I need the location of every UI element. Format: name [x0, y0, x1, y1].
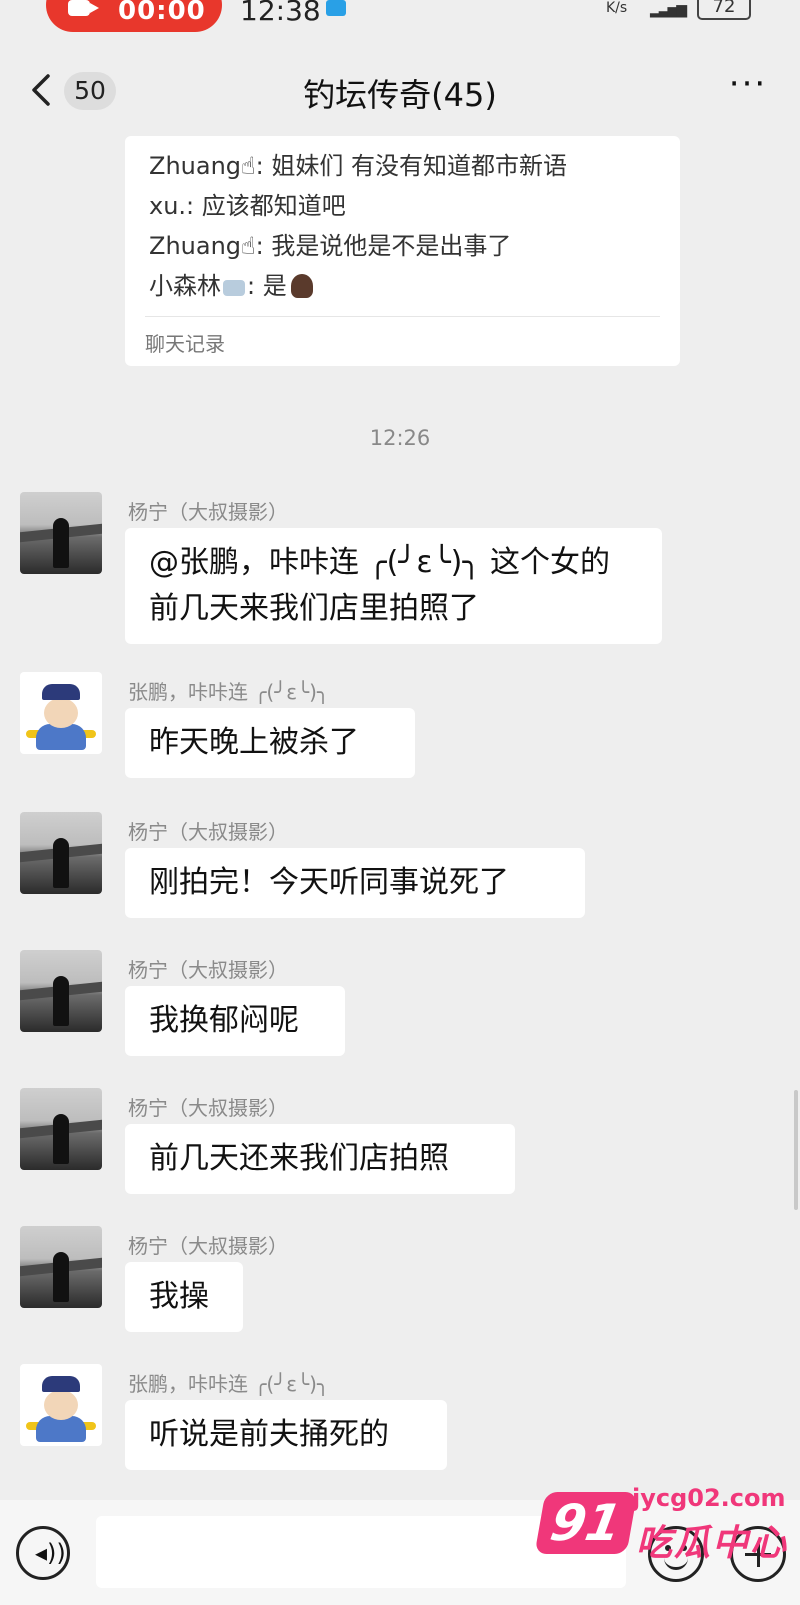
- sender-name: 张鹏，咔咔连 ╭(╯ε╰)╮: [128, 680, 329, 704]
- avatar[interactable]: [20, 1226, 102, 1308]
- forwarded-chat-record-card[interactable]: Zhuang☝: 姐妹们 有没有知道都市新语 xu.: 应该都知道吧 Zhuan…: [125, 136, 680, 366]
- sender-name: 杨宁（大叔摄影）: [128, 500, 288, 524]
- message-bubble[interactable]: 前几天还来我们店拍照: [125, 1124, 515, 1194]
- sender-name: 杨宁（大叔摄影）: [128, 1234, 288, 1258]
- message-bubble[interactable]: 我操: [125, 1262, 243, 1332]
- avatar[interactable]: [20, 812, 102, 894]
- hand-emoji-icon: ☝: [241, 232, 256, 260]
- message-timestamp: 12:26: [369, 426, 431, 450]
- sender-name: 杨宁（大叔摄影）: [128, 958, 288, 982]
- status-clock: 12:38: [240, 0, 321, 27]
- chat-record-label: 聊天记录: [145, 332, 225, 356]
- divider: [145, 316, 660, 317]
- message-bubble[interactable]: 昨天晚上被杀了: [125, 708, 415, 778]
- network-speed-unit: K/s: [606, 0, 628, 16]
- girl-emoji-icon: [290, 274, 313, 298]
- sender-name: 杨宁（大叔摄影）: [128, 1096, 288, 1120]
- recording-time: 00:00: [118, 0, 206, 26]
- sender-name: 张鹏，咔咔连 ╭(╯ε╰)╮: [128, 1372, 329, 1396]
- avatar[interactable]: [20, 672, 102, 754]
- message-bubble[interactable]: 刚拍完！今天听同事说死了: [125, 848, 585, 918]
- avatar[interactable]: [20, 950, 102, 1032]
- message-bubble[interactable]: 听说是前夫捅死的: [125, 1400, 447, 1470]
- avatar[interactable]: [20, 1088, 102, 1170]
- screen-recording-pill[interactable]: 00:00: [46, 0, 222, 32]
- signal-icon: ▂▃▅▆: [650, 2, 687, 18]
- sender-name: 杨宁（大叔摄影）: [128, 820, 288, 844]
- watermark: 91 jycg02.com 吃瓜中心: [534, 1478, 800, 1578]
- battery-indicator: 72: [697, 0, 751, 20]
- badge-icon: [223, 280, 245, 296]
- more-options-button[interactable]: ···: [728, 67, 768, 104]
- camera-icon: [68, 0, 99, 16]
- forwarded-line: Zhuang☝: 我是说他是不是出事了: [149, 232, 512, 260]
- avatar[interactable]: [20, 1364, 102, 1446]
- hand-emoji-icon: ☝: [241, 152, 256, 180]
- notification-icon: [326, 0, 346, 16]
- watermark-logo: 91: [534, 1492, 638, 1554]
- chat-header: 50 钓坛传奇(45) ···: [0, 56, 800, 126]
- forwarded-line: 小森林: 是: [149, 266, 313, 301]
- watermark-name: 吃瓜中心: [636, 1523, 789, 1564]
- message-bubble[interactable]: 我换郁闷呢: [125, 986, 345, 1056]
- message-bubble[interactable]: @张鹏，咔咔连 ╭(╯ε╰)╮ 这个女的前几天来我们店里拍照了: [125, 528, 662, 644]
- forwarded-line: Zhuang☝: 姐妹们 有没有知道都市新语: [149, 152, 567, 180]
- status-bar: 00:00 12:38 K/s ▂▃▅▆ 72: [0, 0, 800, 40]
- watermark-url: jycg02.com: [632, 1484, 786, 1512]
- avatar[interactable]: [20, 492, 102, 574]
- scrollbar[interactable]: [794, 1090, 798, 1210]
- forwarded-line: xu.: 应该都知道吧: [149, 192, 346, 220]
- chat-title: 钓坛传奇(45): [303, 76, 497, 114]
- voice-icon[interactable]: ◂)): [16, 1526, 70, 1580]
